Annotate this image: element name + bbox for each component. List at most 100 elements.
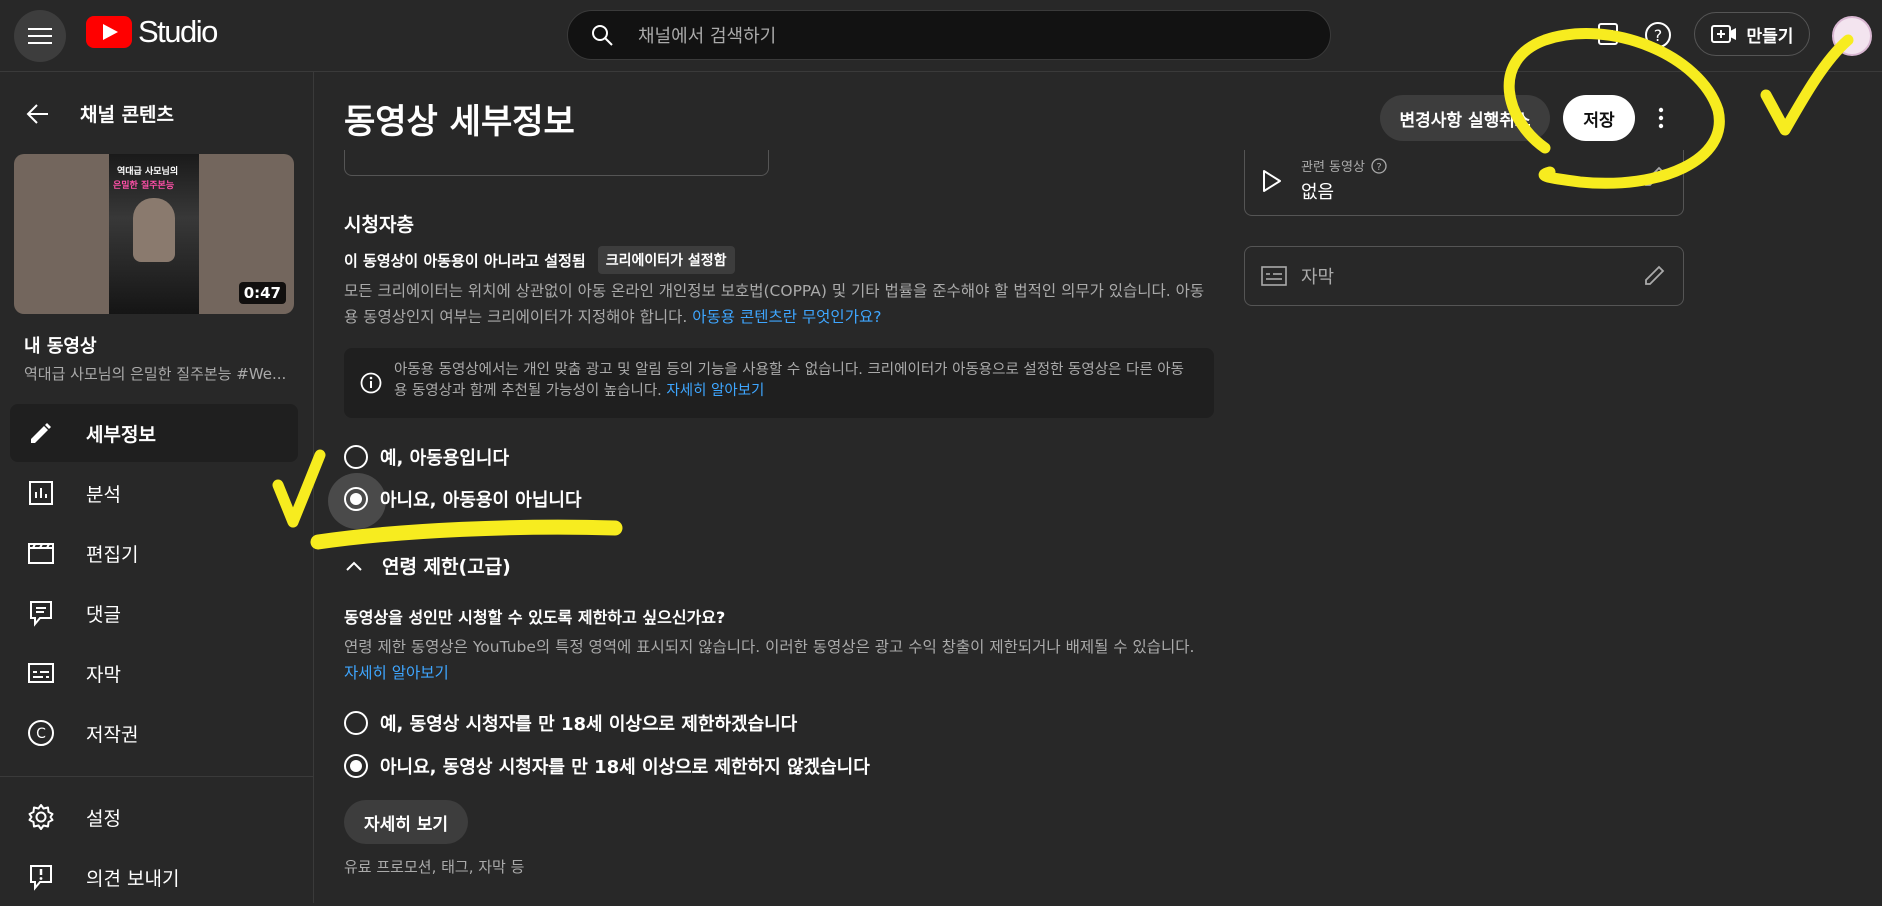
help-icon: ?: [1645, 22, 1671, 48]
feedback-icon: [26, 862, 56, 892]
top-bar: Studio 채널에서 검색하기 ? 만들기: [0, 0, 1882, 72]
add-video-icon: [1710, 25, 1736, 43]
related-video-label-row: 관련 동영상 ?: [1301, 156, 1387, 175]
thumbnail-person: [133, 198, 175, 262]
audience-description: 모든 크리에이터는 위치에 상관없이 아동 온라인 개인정보 보호법(COPPA…: [344, 278, 1214, 330]
sidebar-item-label: 설정: [86, 807, 121, 830]
save-button[interactable]: 저장: [1563, 95, 1635, 141]
edit-pencil-icon[interactable]: [1643, 263, 1667, 287]
hamburger-icon: [28, 28, 52, 44]
search-icon: [592, 25, 613, 46]
age-restriction-toggle[interactable]: 연령 제한(고급): [344, 552, 511, 579]
sidebar-item-label: 분석: [86, 483, 121, 506]
create-button[interactable]: 만들기: [1694, 12, 1810, 56]
account-avatar[interactable]: [1832, 16, 1872, 56]
kids-info-text: 아동용 동영상에서는 개인 맞춤 광고 및 알림 등의 기능을 사용할 수 없습…: [394, 362, 1184, 399]
sidebar-item-analytics[interactable]: 분석: [10, 464, 298, 522]
gear-icon: [26, 802, 56, 832]
radio-made-for-kids-yes[interactable]: 예, 아동용입니다: [344, 444, 509, 470]
radio-label: 예, 동영상 시청자를 만 18세 이상으로 제한하겠습니다: [380, 714, 798, 735]
svg-text:?: ?: [1376, 162, 1381, 173]
kids-info-box: 아동용 동영상에서는 개인 맞춤 광고 및 알림 등의 기능을 사용할 수 없습…: [344, 348, 1214, 418]
thumbnail-caption-2: 은밀한 질주본능: [113, 181, 175, 191]
menu-button[interactable]: [14, 10, 66, 62]
radio-circle[interactable]: [344, 445, 368, 469]
sidebar-item-subtitles[interactable]: 자막: [10, 644, 298, 702]
radio-age-restrict-yes[interactable]: 예, 동영상 시청자를 만 18세 이상으로 제한하겠습니다: [344, 710, 797, 736]
help-icon[interactable]: ?: [1371, 157, 1387, 174]
show-more-subtitle: 유료 프로모션, 태그, 자막 등: [344, 858, 525, 876]
svg-text:C: C: [36, 726, 46, 742]
comment-icon: [26, 598, 56, 628]
age-description: 연령 제한 동영상은 YouTube의 특정 영역에 표시되지 않습니다. 이러…: [344, 634, 1224, 686]
sidebar-divider: [0, 776, 313, 777]
audience-status: 이 동영상이 아동용이 아니라고 설정됨 크리에이터가 설정함: [344, 246, 735, 274]
learn-more-link[interactable]: 자세히 알아보기: [666, 383, 764, 399]
subtitles-icon: [26, 658, 56, 688]
sidebar-item-label: 댓글: [86, 603, 121, 626]
search-input[interactable]: 채널에서 검색하기: [638, 22, 776, 48]
create-label: 만들기: [1746, 26, 1794, 47]
chevron-up-icon: [346, 561, 362, 571]
undo-changes-button[interactable]: 변경사항 실행취소: [1380, 95, 1550, 141]
search-bar[interactable]: 채널에서 검색하기: [567, 10, 1331, 60]
radio-circle-selected[interactable]: [344, 487, 368, 511]
edit-pencil-icon[interactable]: [1643, 164, 1667, 188]
sidebar-item-settings[interactable]: 설정: [10, 788, 298, 846]
my-video-title: 내 동영상: [24, 336, 97, 357]
notifications-button[interactable]: [1592, 18, 1626, 52]
sidebar-item-label: 의견 보내기: [86, 867, 180, 890]
sidebar-item-feedback[interactable]: 의견 보내기: [10, 848, 298, 906]
studio-logo[interactable]: Studio: [86, 14, 218, 50]
clapperboard-icon: [26, 538, 56, 568]
sidebar-item-label: 편집기: [86, 543, 139, 566]
more-vert-icon: [1658, 107, 1664, 129]
sidebar-item-comments[interactable]: 댓글: [10, 584, 298, 642]
duration-badge: 0:47: [238, 282, 286, 304]
sidebar-item-editor[interactable]: 편집기: [10, 524, 298, 582]
copyright-icon: C: [26, 718, 56, 748]
pencil-icon: [26, 418, 56, 448]
info-icon: [360, 372, 382, 401]
age-question: 동영상을 성인만 시청할 수 있도록 제한하고 싶으신가요?: [344, 608, 726, 627]
kids-content-link[interactable]: 아동용 콘텐츠란 무엇인가요?: [692, 308, 881, 326]
annotation-underline: [310, 519, 623, 550]
radio-circle-selected[interactable]: [344, 754, 368, 778]
video-thumbnail[interactable]: 역대급 사모님의 은밀한 질주본능 0:47: [14, 154, 294, 314]
audience-title: 시청자층: [344, 214, 414, 236]
back-label: 채널 콘텐츠: [80, 104, 175, 126]
subtitles-icon: [1261, 266, 1287, 286]
analytics-icon: [26, 478, 56, 508]
creator-set-chip: 크리에이터가 설정함: [597, 246, 735, 274]
captions-label: 자막: [1301, 267, 1335, 288]
sidebar-item-copyright[interactable]: C 저작권: [10, 704, 298, 762]
play-outline-icon: [1263, 170, 1281, 192]
age-restriction-label: 연령 제한(고급): [382, 556, 511, 578]
related-video-value: 없음: [1301, 182, 1335, 203]
youtube-play-icon: [86, 16, 132, 48]
show-more-button[interactable]: 자세히 보기: [344, 800, 468, 844]
radio-label: 예, 아동용입니다: [380, 448, 510, 469]
feed-icon: [1598, 23, 1618, 45]
related-video-card[interactable]: 관련 동영상 ? 없음: [1244, 150, 1684, 216]
sidebar-item-label: 세부정보: [86, 423, 156, 446]
radio-made-for-kids-no[interactable]: 아니요, 아동용이 아닙니다: [344, 486, 582, 512]
logo-text: Studio: [138, 14, 218, 49]
sidebar-item-label: 자막: [86, 663, 121, 686]
sidebar: 채널 콘텐츠 역대급 사모님의 은밀한 질주본능 0:47 내 동영상 역대급 …: [0, 72, 314, 903]
back-to-channel-content[interactable]: 채널 콘텐츠: [26, 100, 174, 127]
radio-age-restrict-no[interactable]: 아니요, 동영상 시청자를 만 18세 이상으로 제한하지 않겠습니다: [344, 753, 870, 779]
thumbnail-caption-1: 역대급 사모님의: [117, 167, 179, 177]
help-button[interactable]: ?: [1641, 18, 1675, 52]
previous-field-stub: [344, 150, 769, 176]
captions-card[interactable]: 자막: [1244, 246, 1684, 306]
thumbnail-image: 역대급 사모님의 은밀한 질주본능: [109, 154, 199, 314]
svg-text:?: ?: [1654, 26, 1663, 45]
more-options-button[interactable]: [1644, 100, 1678, 136]
arrow-back-icon: [26, 103, 48, 124]
sidebar-item-label: 저작권: [86, 723, 139, 746]
sidebar-item-details[interactable]: 세부정보: [10, 404, 298, 462]
audience-status-text: 이 동영상이 아동용이 아니라고 설정됨: [344, 251, 586, 270]
radio-circle[interactable]: [344, 711, 368, 735]
age-learn-more-link[interactable]: 자세히 알아보기: [344, 664, 449, 682]
